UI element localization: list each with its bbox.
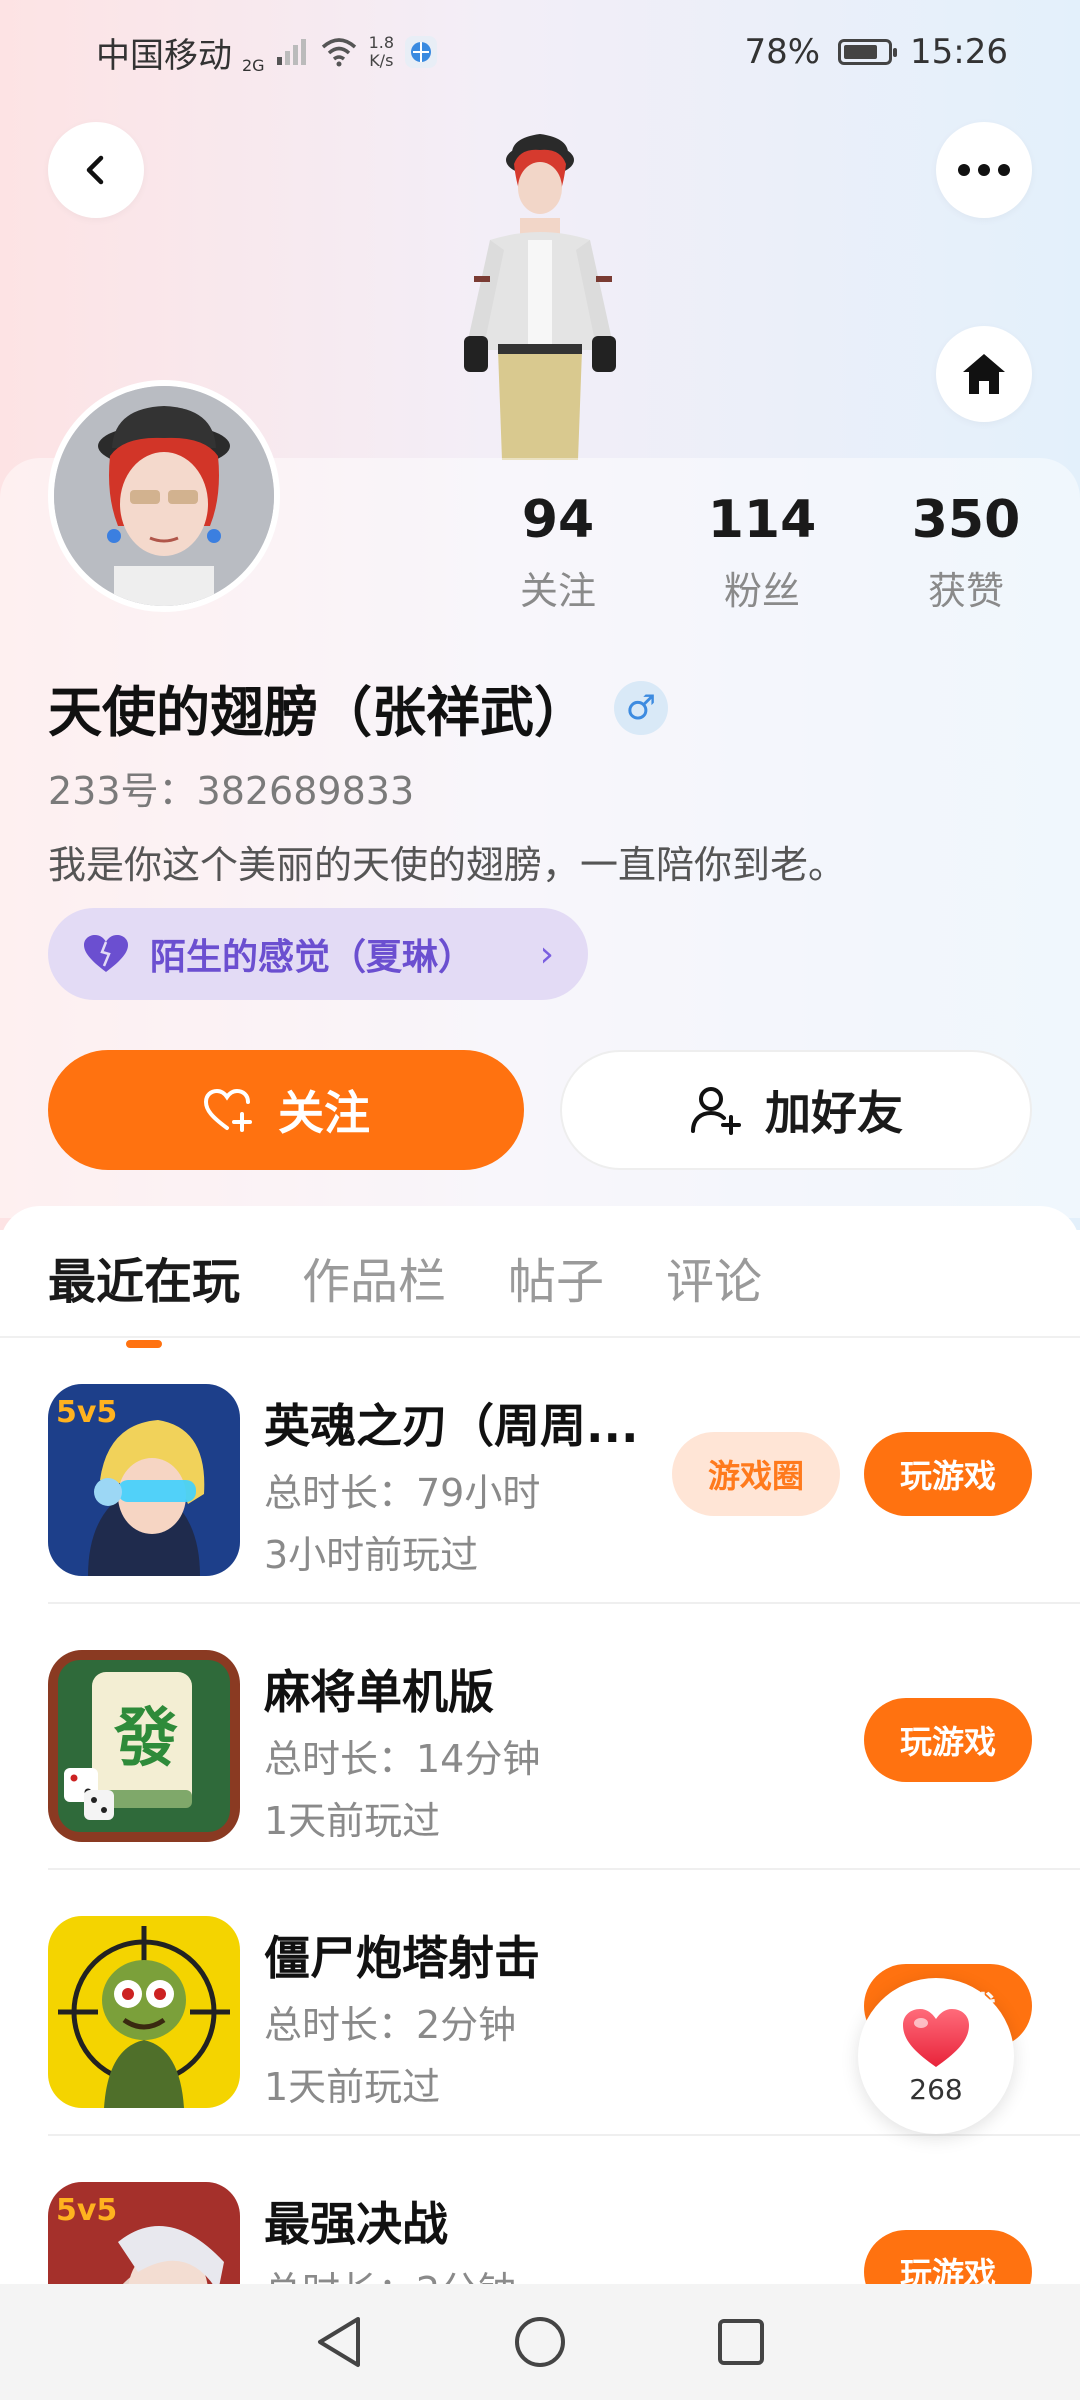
5v5-hero-icon: 5v5 [48,1384,240,1576]
network-speed: 1.8 K/s [368,33,395,70]
battery-fill [844,45,877,59]
add-friend-button-label: 加好友 [765,1086,903,1140]
stats-row: 94 关注 114 粉丝 350 获赞 [0,490,1080,620]
relationship-tag-label: 陌生的感觉（夏琳） [150,937,475,978]
more-options-button[interactable] [936,122,1032,218]
status-bar: 中国移动 2G 1.8 K/s 78% 15:26 [0,0,1080,104]
profile-tabs: 最近在玩 作品栏 帖子 评论 [48,1242,762,1312]
svg-text:5v5: 5v5 [56,2193,117,2228]
stat-label: 粉丝 [723,569,800,613]
floating-like-button[interactable]: 268 [858,1978,1014,2134]
relationship-tag[interactable]: 陌生的感觉（夏琳） › [48,908,588,1000]
game-playtime: 总时长：79小时 [264,1471,541,1515]
battery-icon [838,39,898,65]
follow-button[interactable]: 关注 [48,1050,524,1170]
user-bio: 我是你这个美丽的天使的翅膀，一直陪你到老。 [48,843,847,887]
wifi-icon [321,38,356,67]
stat-label: 关注 [519,569,596,613]
clock: 15:26 [910,32,1008,72]
game-icon [48,1916,240,2108]
game-icon: 5v5 [48,1384,240,1576]
game-title: 最强决战 [264,2197,448,2251]
stat-following[interactable]: 94 关注 [478,490,638,615]
tab-recently-played[interactable]: 最近在玩 [48,1242,240,1312]
play-game-button[interactable]: 玩游戏 [864,1698,1032,1782]
more-dots-icon [958,164,1010,176]
svg-text:發: 發 [113,1702,178,1776]
game-icon: 發 [48,1650,240,1842]
list-item[interactable]: 發 麻将单机版 总时长：14分钟 1天前玩过 玩游戏 [0,1604,1080,1870]
game-playtime: 总时长：2分钟 [264,2003,517,2047]
game-last-played: 1天前玩过 [264,1799,441,1843]
nav-recents-icon[interactable] [716,2317,766,2367]
mahjong-icon: 發 [48,1650,240,1842]
home-button[interactable] [936,326,1032,422]
male-gender-icon: ♂ [614,680,668,735]
zombie-icon [48,1916,240,2108]
game-title: 英魂之刃（周周... [264,1399,639,1453]
stat-followers[interactable]: 114 粉丝 [682,490,842,615]
stat-value: 350 [911,490,1021,550]
carrier-label: 中国移动 [96,35,232,76]
add-user-icon [691,1087,741,1135]
back-button[interactable] [48,122,144,218]
like-count: 268 [909,2072,963,2106]
heart-icon [84,935,128,972]
battery-percent: 78% [744,32,821,72]
chevron-left-icon [86,155,104,185]
stat-likes[interactable]: 350 获赞 [886,490,1046,615]
game-title: 僵尸炮塔射击 [264,1931,540,1985]
follow-button-label: 关注 [278,1086,370,1140]
profile-name: 天使的翅膀（张祥武） [48,681,588,744]
tab-works[interactable]: 作品栏 [302,1242,446,1312]
svg-text:5v5: 5v5 [56,1395,117,1430]
profile-name-row: 天使的翅膀（张祥武） ♂ [48,668,668,747]
character-figure [464,134,616,460]
heart-icon [903,2008,969,2067]
home-icon [963,354,1005,394]
tab-posts[interactable]: 帖子 [508,1242,604,1312]
list-item[interactable]: 5v5 英魂之刃（周周... 总时长：79小时 3小时前玩过 游戏圈 玩游戏 [0,1338,1080,1604]
stat-value: 114 [707,490,817,550]
game-playtime: 总时长：14分钟 [264,1737,541,1781]
network-type: 2G [242,55,265,75]
play-game-button[interactable]: 玩游戏 [864,1432,1032,1516]
game-circle-button[interactable]: 游戏圈 [672,1432,840,1516]
heart-plus-icon [203,1088,252,1132]
stat-label: 获赞 [927,569,1004,613]
user-id[interactable]: 233号：382689833 [48,760,414,815]
nav-back-icon[interactable] [314,2315,364,2369]
game-last-played: 1天前玩过 [264,2065,441,2109]
nav-home-icon[interactable] [513,2315,567,2369]
stat-value: 94 [521,490,595,550]
tab-comments[interactable]: 评论 [666,1242,762,1312]
chevron-right-icon: › [539,933,554,975]
app-notification-icon [405,36,438,68]
system-nav-bar [0,2284,1080,2400]
signal-icon [276,39,306,65]
game-title: 麻将单机版 [264,1665,494,1719]
game-last-played: 3小时前玩过 [264,1533,479,1577]
add-friend-button[interactable]: 加好友 [560,1050,1032,1170]
